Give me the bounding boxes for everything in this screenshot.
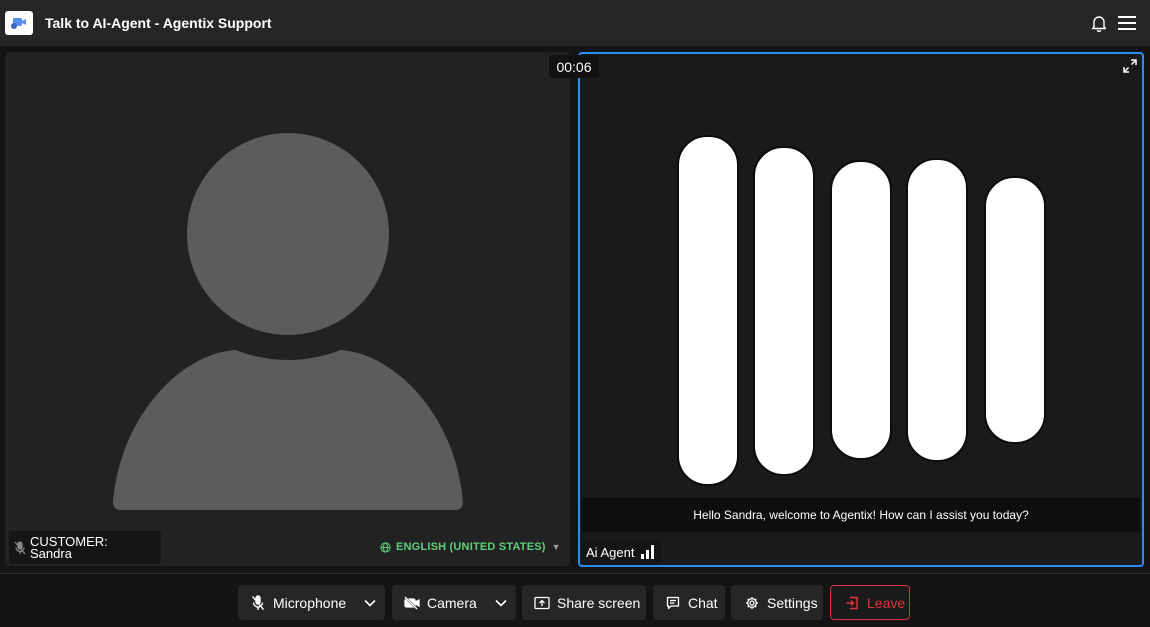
leave-label: Leave <box>867 594 906 611</box>
microphone-label: Microphone <box>273 594 347 611</box>
settings-label: Settings <box>767 594 818 611</box>
signal-bars-icon <box>641 545 655 559</box>
camera-label: Camera <box>427 594 477 611</box>
expand-icon[interactable] <box>1122 58 1138 74</box>
voice-bar <box>984 176 1046 444</box>
agent-name-tag: Ai Agent <box>582 540 662 564</box>
app-header: Talk to AI-Agent - Agentix Support <box>0 0 1150 46</box>
camera-off-icon <box>404 595 420 611</box>
customer-video-tile: CUSTOMER: Sandra ENGLISH (UNITED STATES)… <box>5 52 570 566</box>
share-screen-button[interactable]: Share screen <box>522 585 646 620</box>
agent-name-label: Ai Agent <box>586 544 635 560</box>
hamburger-menu-icon[interactable] <box>1116 12 1138 34</box>
exit-icon <box>844 595 860 611</box>
voice-bar <box>906 158 968 462</box>
chevron-down-icon[interactable] <box>355 585 385 620</box>
chat-label: Chat <box>688 594 718 611</box>
leave-button[interactable]: Leave <box>830 585 910 620</box>
settings-button[interactable]: Settings <box>731 585 823 620</box>
app-logo-icon <box>5 11 33 35</box>
language-selector[interactable]: ENGLISH (UNITED STATES) ▼ <box>380 541 561 553</box>
share-screen-label: Share screen <box>557 594 641 611</box>
globe-icon <box>380 541 391 553</box>
chat-icon <box>665 595 681 611</box>
share-screen-icon <box>534 595 550 611</box>
app-title: Talk to AI-Agent - Agentix Support <box>45 15 272 31</box>
chat-button[interactable]: Chat <box>653 585 725 620</box>
customer-name-tag: CUSTOMER: Sandra <box>9 531 161 564</box>
mic-off-icon <box>14 540 26 555</box>
call-toolbar: Microphone Camera Share screen Chat Sett… <box>0 573 1150 627</box>
voice-bar <box>830 160 892 460</box>
mic-off-icon <box>250 594 266 611</box>
call-timer: 00:06 <box>549 55 599 78</box>
language-label: ENGLISH (UNITED STATES) <box>396 541 546 553</box>
voice-bar <box>753 146 815 476</box>
avatar-placeholder-icon <box>113 133 463 510</box>
chevron-down-icon[interactable] <box>486 585 516 620</box>
camera-button[interactable]: Camera <box>392 585 516 620</box>
chevron-down-icon: ▼ <box>551 542 561 552</box>
bell-icon[interactable] <box>1088 12 1110 34</box>
voice-bar <box>677 135 739 486</box>
gear-icon <box>744 595 760 611</box>
agent-video-tile: Hello Sandra, welcome to Agentix! How ca… <box>578 52 1144 567</box>
customer-name-label: Sandra <box>30 545 72 561</box>
agent-caption: Hello Sandra, welcome to Agentix! How ca… <box>582 498 1140 532</box>
microphone-button[interactable]: Microphone <box>238 585 385 620</box>
